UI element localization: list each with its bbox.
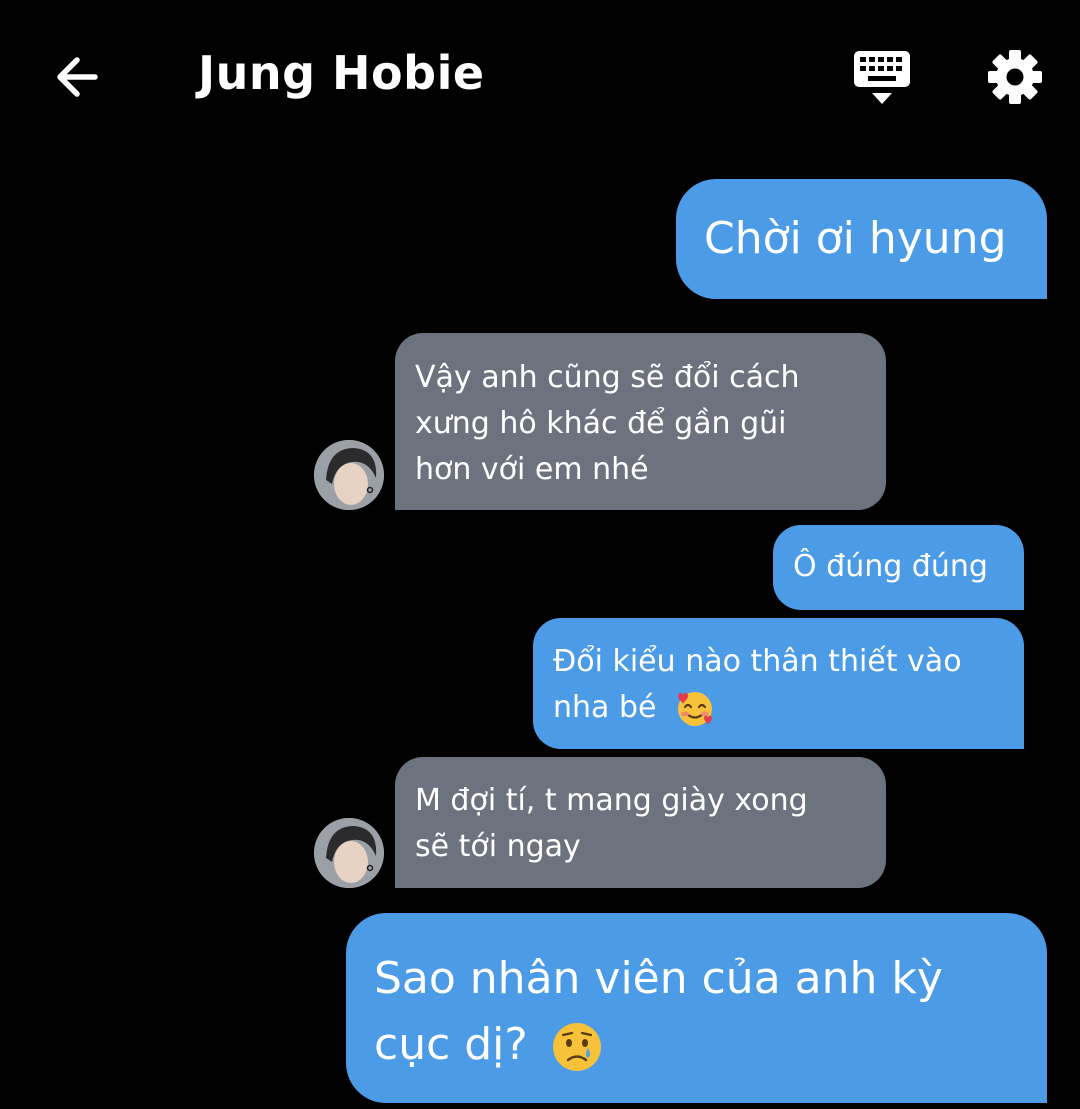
contact-avatar[interactable]: [314, 818, 384, 888]
message-text: Sao nhân viên của anh kỳ cục dị?: [374, 953, 943, 1070]
message-text: Chời ơi hyung: [704, 213, 1007, 264]
back-button[interactable]: [48, 48, 106, 106]
crying-face-icon: [552, 1023, 601, 1071]
settings-button[interactable]: [984, 46, 1046, 108]
message-bubble-sent[interactable]: Sao nhân viên của anh kỳ cục dị?: [346, 913, 1047, 1103]
message-text: Ô đúng đúng: [793, 549, 988, 584]
message-bubble-sent[interactable]: Đổi kiểu nào thân thiết vào nha bé: [533, 618, 1024, 749]
keyboard-hide-icon: [854, 51, 910, 104]
arrow-left-icon: [57, 57, 98, 97]
gear-icon: [988, 50, 1042, 104]
smiling-face-with-hearts-icon: [678, 691, 712, 726]
message-bubble-received[interactable]: Vậy anh cũng sẽ đổi cách xưng hô khác để…: [395, 333, 886, 510]
contact-avatar[interactable]: [314, 440, 384, 510]
message-text: M đợi tí, t mang giày xong sẽ tới ngay: [415, 783, 808, 864]
avatar-photo: [314, 440, 384, 510]
chat-title: Jung Hobie: [198, 46, 485, 100]
message-text: Vậy anh cũng sẽ đổi cách xưng hô khác để…: [415, 360, 800, 487]
message-bubble-received[interactable]: M đợi tí, t mang giày xong sẽ tới ngay: [395, 757, 886, 888]
message-bubble-sent[interactable]: Chời ơi hyung: [676, 179, 1047, 299]
message-text: Đổi kiểu nào thân thiết vào nha bé: [553, 644, 962, 725]
chat-header: Jung Hobie: [0, 0, 1080, 150]
keyboard-toggle-button[interactable]: [850, 46, 914, 110]
message-bubble-sent[interactable]: Ô đúng đúng: [773, 525, 1024, 610]
avatar-photo: [314, 818, 384, 888]
